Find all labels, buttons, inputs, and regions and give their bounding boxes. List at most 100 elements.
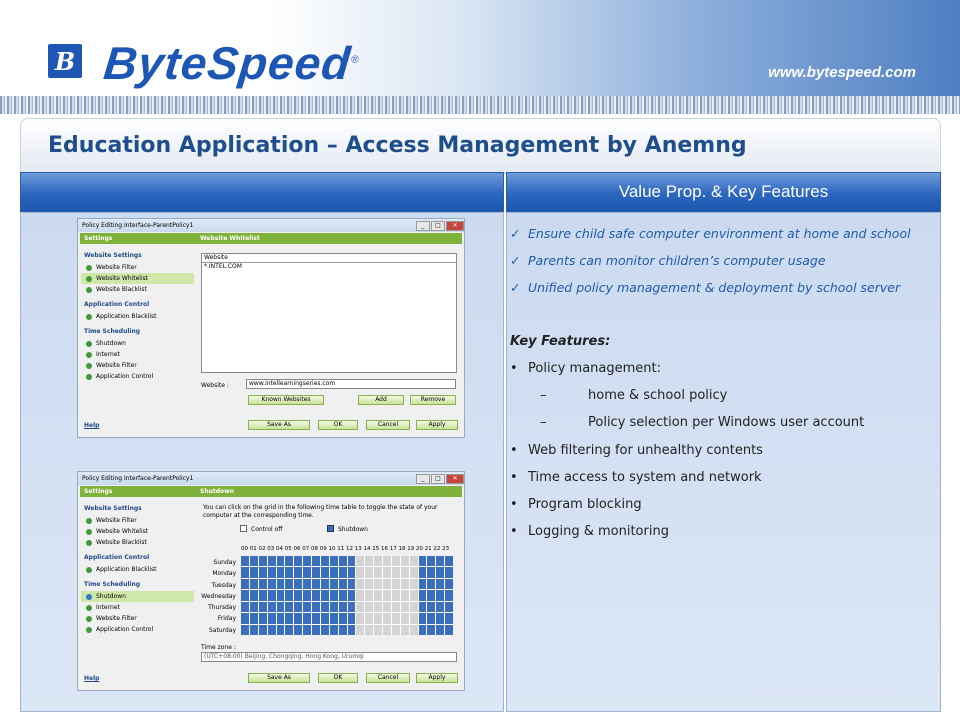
schedule-cell[interactable] [347,556,356,567]
schedule-cell[interactable] [285,567,294,578]
schedule-cell[interactable] [391,578,400,590]
schedule-cell[interactable] [374,590,382,601]
schedule-cell[interactable] [241,578,249,590]
schedule-cell[interactable] [276,601,285,613]
schedule-cell[interactable] [400,590,409,601]
schedule-cell[interactable] [303,578,311,590]
schedule-cell[interactable] [374,556,382,567]
sidebar-item-website-filter[interactable]: Website Filter [81,515,194,526]
schedule-cell[interactable] [356,624,365,635]
schedule-cell[interactable] [241,624,249,635]
schedule-cell[interactable] [409,578,418,590]
schedule-cell[interactable] [338,567,347,578]
schedule-cell[interactable] [400,578,409,590]
schedule-cell[interactable] [365,590,374,601]
sidebar-item-time-application-control[interactable]: Application Control [81,371,194,382]
schedule-cell[interactable] [383,624,391,635]
schedule-cell[interactable] [312,613,320,624]
schedule-cell[interactable] [356,590,365,601]
schedule-cell[interactable] [400,556,409,567]
schedule-cell[interactable] [294,567,303,578]
schedule-cell[interactable] [383,578,391,590]
schedule-cell[interactable] [374,601,382,613]
schedule-cell[interactable] [383,613,391,624]
schedule-cell[interactable] [258,601,267,613]
schedule-cell[interactable] [365,578,374,590]
help-link[interactable]: Help [84,422,99,429]
schedule-cell[interactable] [418,590,427,601]
sidebar-item-time-application-control[interactable]: Application Control [81,624,194,635]
schedule-cell[interactable] [400,624,409,635]
schedule-cell[interactable] [356,578,365,590]
schedule-cell[interactable] [312,590,320,601]
schedule-cell[interactable] [320,601,329,613]
schedule-cell[interactable] [285,590,294,601]
schedule-cell[interactable] [241,601,249,613]
schedule-cell[interactable] [347,601,356,613]
schedule-cell[interactable] [285,578,294,590]
schedule-cell[interactable] [294,556,303,567]
schedule-cell[interactable] [276,556,285,567]
schedule-cell[interactable] [391,567,400,578]
schedule-cell[interactable] [320,556,329,567]
schedule-cell[interactable] [409,613,418,624]
schedule-cell[interactable] [329,601,338,613]
schedule-cell[interactable] [320,624,329,635]
schedule-cell[interactable] [276,613,285,624]
schedule-cell[interactable] [249,578,258,590]
schedule-cell[interactable] [241,556,249,567]
schedule-cell[interactable] [276,578,285,590]
schedule-cell[interactable] [436,624,445,635]
ok-button[interactable]: OK [318,673,358,683]
schedule-cell[interactable] [400,567,409,578]
remove-button[interactable]: Remove [410,395,456,405]
sidebar-item-website-filter[interactable]: Website Filter [81,262,194,273]
schedule-cell[interactable] [329,624,338,635]
schedule-cell[interactable] [258,613,267,624]
schedule-cell[interactable] [418,624,427,635]
schedule-cell[interactable] [436,601,445,613]
schedule-cell[interactable] [294,624,303,635]
schedule-cell[interactable] [303,601,311,613]
schedule-cell[interactable] [445,613,453,624]
sidebar-item-website-blacklist[interactable]: Website Blacklist [81,537,194,548]
schedule-cell[interactable] [365,624,374,635]
schedule-cell[interactable] [436,613,445,624]
schedule-cell[interactable] [400,613,409,624]
minimize-button[interactable]: _ [416,473,430,484]
schedule-cell[interactable] [276,590,285,601]
schedule-cell[interactable] [312,578,320,590]
schedule-cell[interactable] [320,590,329,601]
sidebar-item-website-whitelist[interactable]: Website Whitelist [81,273,194,284]
schedule-cell[interactable] [338,590,347,601]
schedule-cell[interactable] [436,578,445,590]
schedule-cell[interactable] [258,624,267,635]
schedule-cell[interactable] [320,578,329,590]
sidebar-item-website-blacklist[interactable]: Website Blacklist [81,284,194,295]
schedule-cell[interactable] [320,567,329,578]
schedule-cell[interactable] [383,556,391,567]
schedule-cell[interactable] [249,567,258,578]
schedule-cell[interactable] [285,613,294,624]
schedule-cell[interactable] [249,590,258,601]
schedule-cell[interactable] [320,613,329,624]
schedule-cell[interactable] [338,556,347,567]
maximize-button[interactable]: □ [431,473,445,484]
schedule-cell[interactable] [409,567,418,578]
add-button[interactable]: Add [358,395,404,405]
schedule-cell[interactable] [365,567,374,578]
schedule-cell[interactable] [267,578,276,590]
schedule-cell[interactable] [347,567,356,578]
schedule-cell[interactable] [427,578,436,590]
schedule-cell[interactable] [356,567,365,578]
schedule-cell[interactable] [365,556,374,567]
schedule-cell[interactable] [258,590,267,601]
ok-button[interactable]: OK [318,420,358,430]
cancel-button[interactable]: Cancel [366,420,410,430]
schedule-cell[interactable] [329,590,338,601]
schedule-cell[interactable] [445,578,453,590]
website-input[interactable]: www.intellearningseries.com [246,379,456,389]
schedule-cell[interactable] [267,590,276,601]
schedule-cell[interactable] [294,613,303,624]
schedule-cell[interactable] [285,601,294,613]
